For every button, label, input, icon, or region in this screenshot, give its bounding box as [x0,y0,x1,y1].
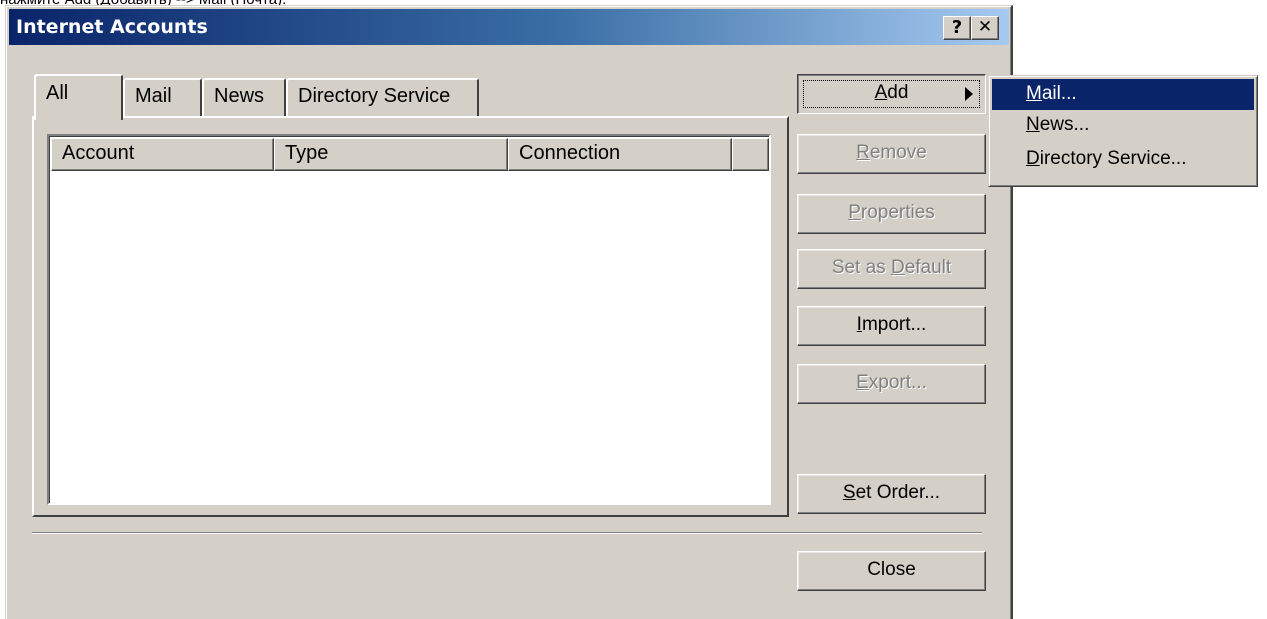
close-icon: ✕ [977,17,993,37]
title-bar[interactable]: Internet Accounts ? ✕ [9,9,1009,45]
import-button[interactable]: Import... [797,306,986,346]
set-as-default-button[interactable]: Set as Default [797,249,986,289]
column-header-account-label: Account [62,142,135,164]
separator [32,532,982,534]
page: нажмите Add (Добавить) --> Mail (Почта).… [0,0,1267,619]
close-window-button[interactable]: ✕ [971,16,999,40]
set-order-button[interactable]: Set Order... [797,474,986,514]
tab-all-label: All [46,82,69,104]
tab-news-label: News [214,85,265,107]
close-button[interactable]: Close [797,551,986,591]
column-header-connection-label: Connection [519,142,621,164]
focus-rect [803,80,980,108]
import-button-label: Import... [856,314,927,335]
window-title: Internet Accounts [16,16,208,38]
help-button[interactable]: ? [943,16,971,40]
column-header-connection[interactable]: Connection [508,138,732,171]
column-header-empty [732,138,769,171]
remove-button[interactable]: Remove [797,134,986,174]
column-header-type-label: Type [285,142,329,164]
column-header-type[interactable]: Type [274,138,508,171]
properties-button[interactable]: Properties [797,194,986,234]
tab-directory-service-label: Directory Service [298,85,451,107]
remove-button-label: Remove [856,142,927,163]
set-as-default-button-label: Set as Default [831,257,952,278]
column-header-account[interactable]: Account [51,138,274,171]
submenu-arrow-icon [965,87,973,101]
menu-item-directory-service[interactable]: Directory Service... [992,142,1254,173]
tab-news[interactable]: News [202,78,286,118]
tab-mail[interactable]: Mail [123,78,202,118]
tab-directory-service[interactable]: Directory Service [286,78,479,118]
tab-mail-label: Mail [135,85,172,107]
add-button[interactable]: Add [797,74,986,114]
add-submenu: Mail... News... Directory Service... [988,75,1258,187]
tab-all[interactable]: All [34,74,123,120]
close-button-label: Close [867,559,916,580]
export-button[interactable]: Export... [797,364,986,404]
help-icon: ? [951,17,963,38]
accounts-list[interactable]: Account Type Connection [47,134,771,505]
export-button-label: Export... [856,372,927,393]
properties-button-label: Properties [848,202,935,223]
set-order-button-label: Set Order... [842,482,941,503]
menu-item-mail[interactable]: Mail... [992,79,1254,110]
